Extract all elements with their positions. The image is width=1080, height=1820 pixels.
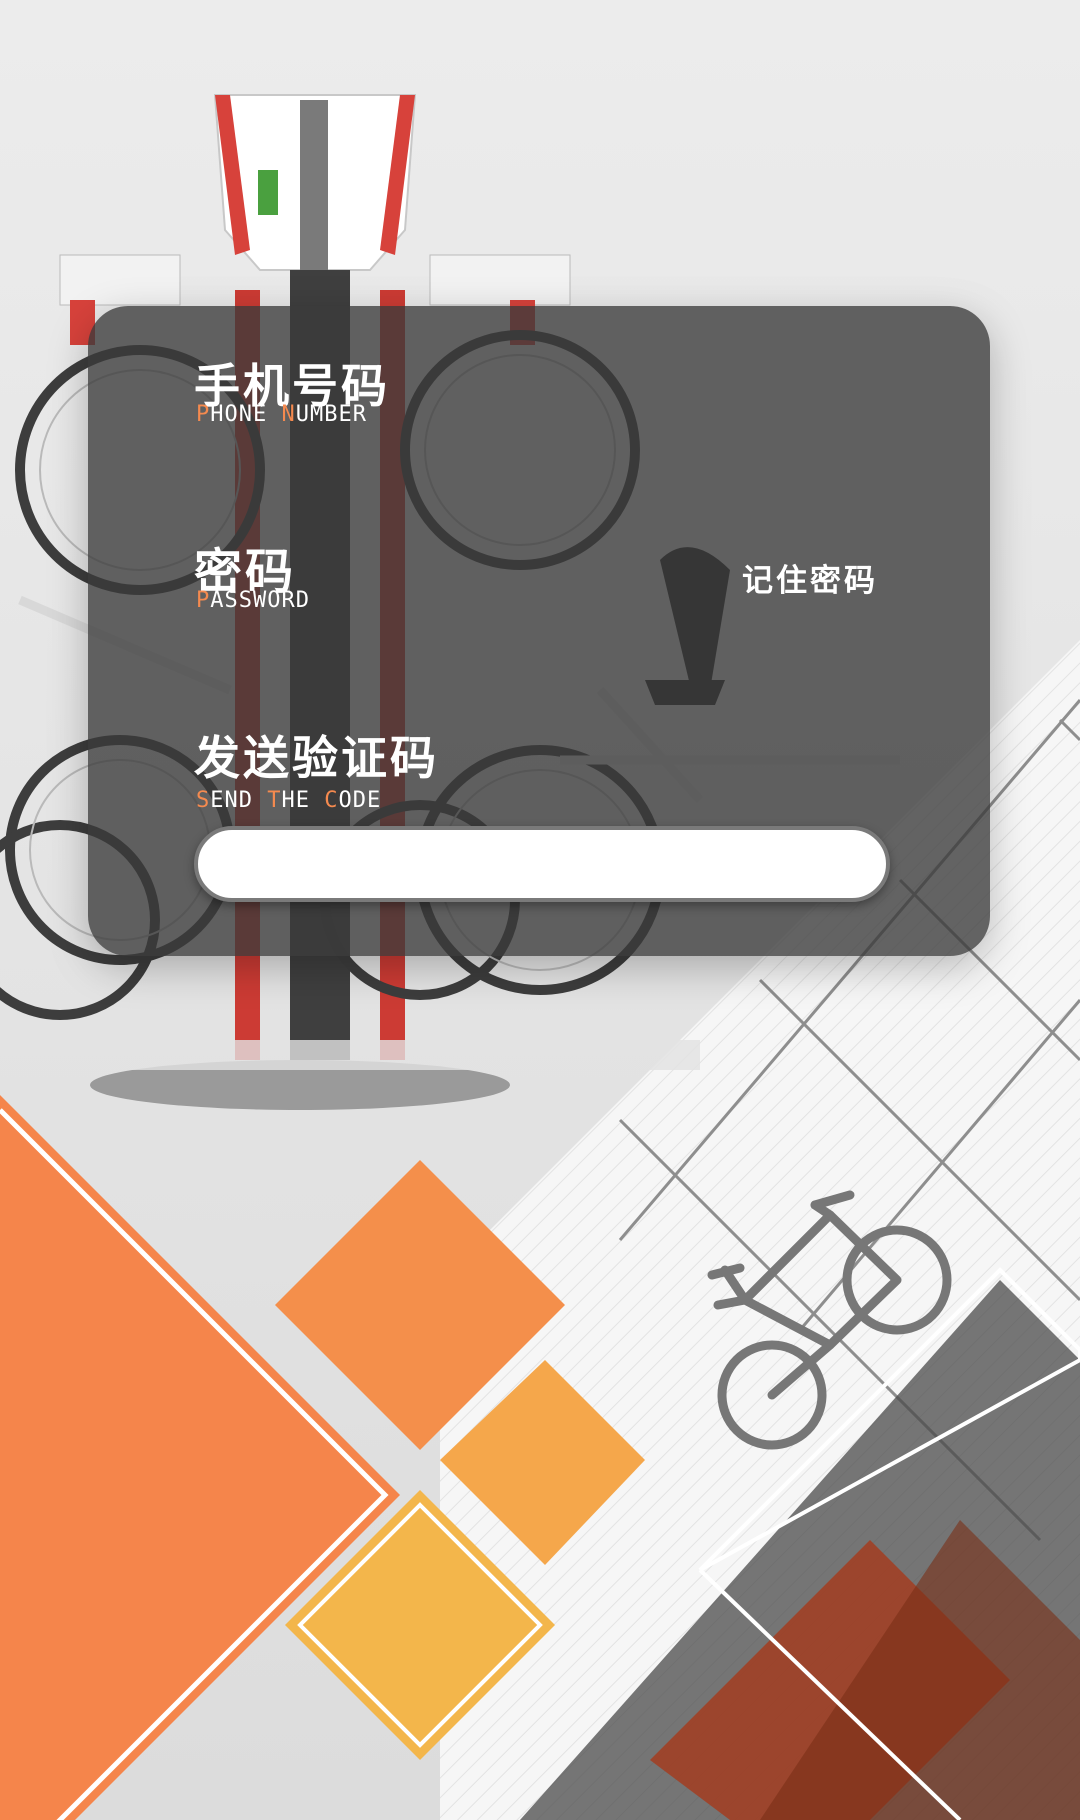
phone-number-sublabel: PHONE NUMBER [196, 402, 367, 427]
send-code-letter-s: S [196, 788, 211, 813]
password-sublabel-letter-p: P [196, 588, 211, 613]
send-code-text-1: END [210, 788, 268, 813]
send-code-letter-c: C [324, 788, 339, 813]
phone-sublabel-text-1: HONE [210, 402, 282, 427]
send-code-text-2: HE [281, 788, 325, 813]
password-sublabel-text: ASSWORD [210, 588, 310, 613]
send-code-label[interactable]: 发送验证码 [194, 722, 439, 788]
remember-password-toggle[interactable]: 记住密码 [742, 555, 878, 600]
phone-sublabel-letter-n: N [281, 402, 296, 427]
verification-code-input[interactable] [194, 826, 890, 902]
send-code-text-3: ODE [338, 788, 382, 813]
password-sublabel: PASSWORD [196, 588, 310, 613]
send-code-sublabel: SEND THE CODE [196, 788, 381, 813]
send-code-letter-t: T [267, 788, 282, 813]
phone-sublabel-text-2: UMBER [295, 402, 367, 427]
phone-sublabel-letter-p: P [196, 402, 211, 427]
